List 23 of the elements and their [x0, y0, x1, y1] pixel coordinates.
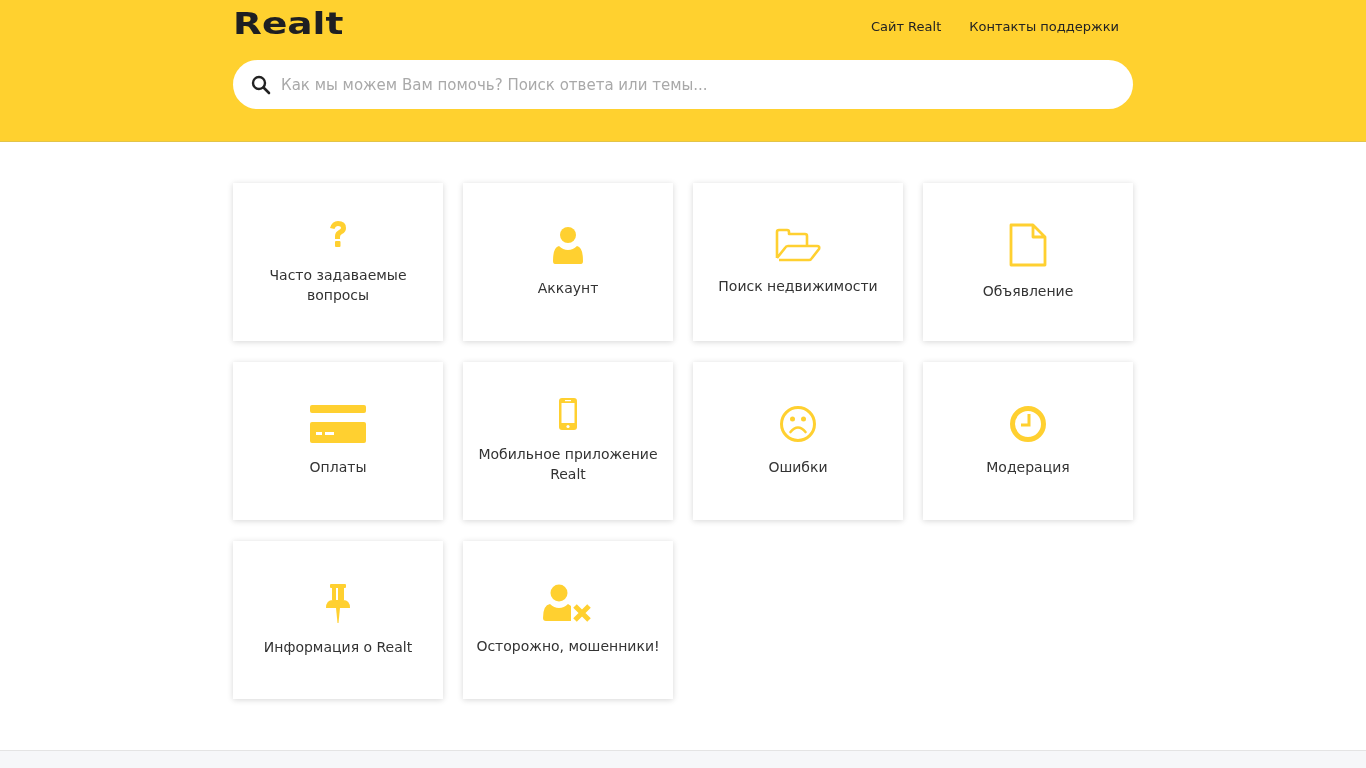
pushpin-icon: [323, 583, 353, 623]
category-card[interactable]: Осторожно, мошенники!: [463, 541, 673, 699]
folder-icon: [775, 228, 821, 262]
credit-card-icon: [310, 405, 366, 443]
clock-icon: [1009, 405, 1047, 443]
category-card[interactable]: Объявление: [923, 183, 1133, 341]
category-card[interactable]: Часто задаваемые вопросы: [233, 183, 443, 341]
file-icon: [1009, 223, 1047, 267]
user-icon: [552, 226, 584, 264]
logo[interactable]: Realt: [233, 9, 344, 39]
category-card[interactable]: Информация о Realt: [233, 541, 443, 699]
category-card[interactable]: Аккаунт: [463, 183, 673, 341]
search-field[interactable]: Как мы можем Вам помочь? Поиск ответа или темы...: [233, 60, 1133, 109]
user-remove-icon: [543, 584, 593, 622]
category-card[interactable]: Ошибки: [693, 362, 903, 520]
sad-face-icon: [779, 405, 817, 443]
phone-icon: [559, 398, 577, 430]
nav-link[interactable]: Контакты поддержки: [969, 18, 1119, 34]
category-card[interactable]: Мобильное приложение Realt: [463, 362, 673, 520]
category-card[interactable]: Модерация: [923, 362, 1133, 520]
category-card[interactable]: Поиск недвижимости: [693, 183, 903, 341]
category-card[interactable]: Оплаты: [233, 362, 443, 520]
nav-link[interactable]: Сайт Realt: [870, 18, 942, 34]
